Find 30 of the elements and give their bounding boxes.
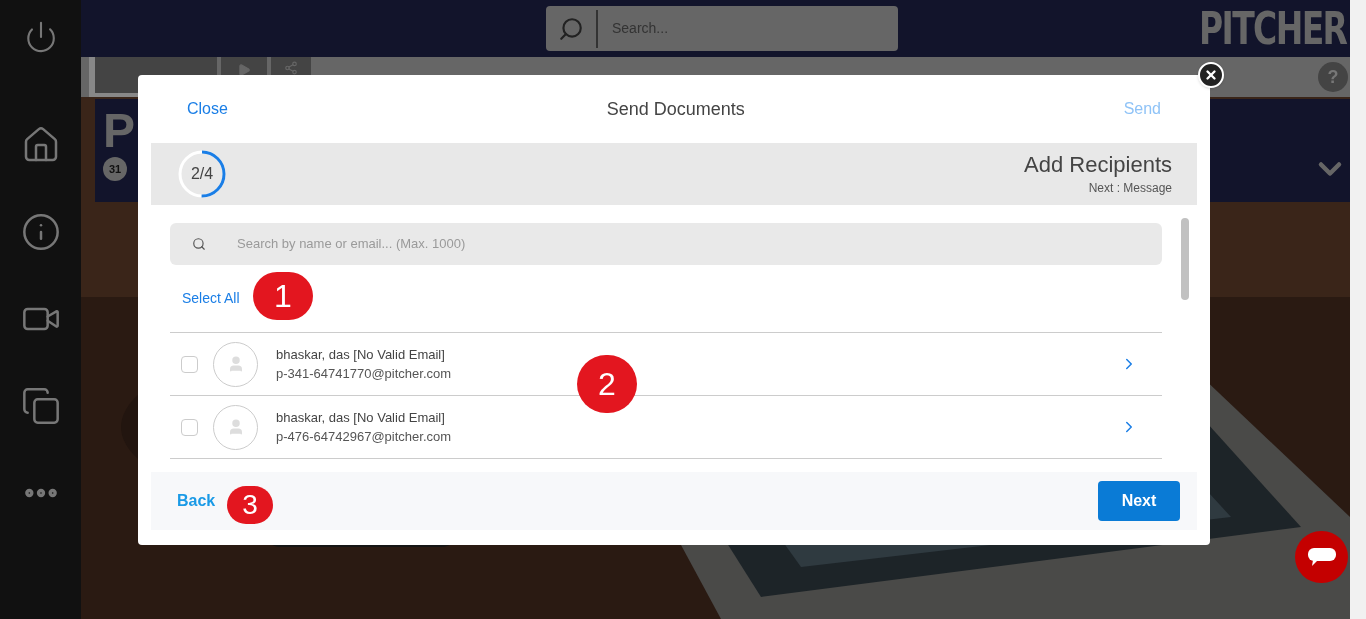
close-icon (1204, 68, 1218, 82)
back-link[interactable]: Back (177, 489, 216, 513)
search-placeholder: Search by name or email... (Max. 1000) (237, 235, 466, 254)
next-button[interactable]: Next (1098, 481, 1180, 521)
banner-title: P (103, 107, 135, 155)
share-icon (284, 61, 298, 75)
search-icon (558, 15, 584, 42)
count-badge: 31 (103, 157, 127, 181)
contact-name: bhaskar, das [No Valid Email] (276, 345, 446, 364)
checkbox[interactable] (181, 355, 198, 373)
play-icon (237, 63, 251, 77)
dialog-title: Send Documents (605, 97, 746, 121)
search-icon (192, 237, 206, 251)
scrollbar-thumb[interactable] (1181, 218, 1189, 300)
contact-email: p-341-64741770@pitcher.com (276, 365, 452, 383)
chat-bubble-icon (1306, 547, 1337, 567)
recipient-search-field[interactable]: Search by name or email... (Max. 1000) (170, 223, 1162, 265)
contact-email: p-476-64742967@pitcher.com (276, 428, 452, 446)
logo: PITCHER (1198, 6, 1346, 51)
step-count: 2/4 (189, 164, 215, 184)
select-all-link[interactable]: Select All (182, 288, 240, 309)
next-step-label: Next : Message (1088, 179, 1172, 197)
step-title: Add Recipients (1024, 151, 1172, 179)
close-link[interactable]: Close (187, 97, 228, 121)
help-button[interactable]: ? (1318, 62, 1348, 92)
contact-name: bhaskar, das [No Valid Email] (276, 408, 446, 427)
info-icon[interactable] (20, 212, 61, 252)
scrollbar[interactable] (1350, 0, 1366, 619)
checkbox[interactable] (181, 418, 198, 436)
copy-icon[interactable] (20, 386, 61, 426)
